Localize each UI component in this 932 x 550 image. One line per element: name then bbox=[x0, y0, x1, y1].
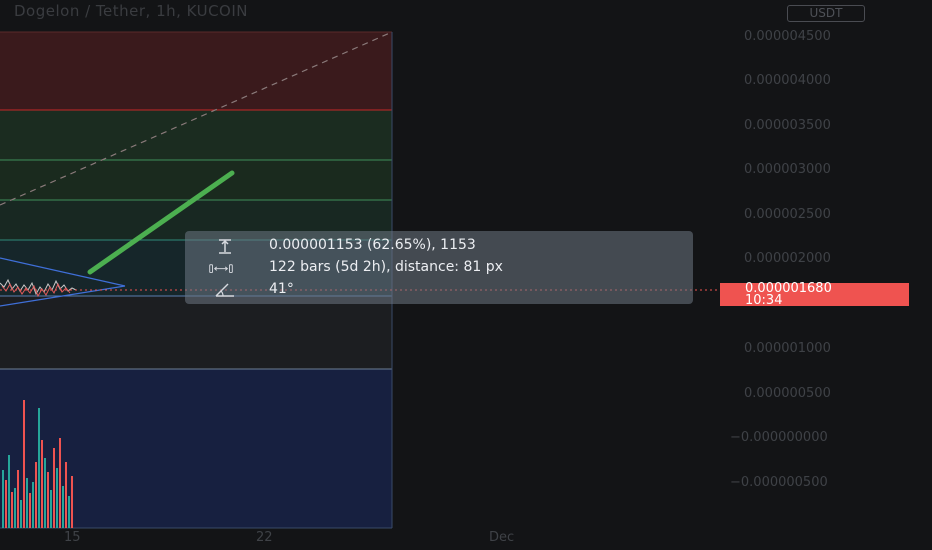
price-axis-label: 0.000003000 bbox=[744, 162, 831, 177]
bar-range-icon bbox=[209, 264, 233, 273]
time-axis-label: Dec bbox=[489, 530, 515, 545]
currency-badge[interactable]: USDT bbox=[787, 5, 865, 22]
price-axis-label: 0.000000500 bbox=[744, 386, 831, 401]
zone-green-2 bbox=[0, 160, 392, 200]
symbol-title[interactable]: Dogelon / Tether, 1h, KUCOIN bbox=[14, 2, 248, 20]
price-range-icon bbox=[219, 239, 231, 254]
price-axis-label: 0.000004000 bbox=[744, 73, 831, 88]
zone-gray bbox=[0, 296, 392, 369]
angle-icon bbox=[215, 283, 234, 297]
zone-green-1 bbox=[0, 110, 392, 160]
zone-blue bbox=[0, 369, 392, 528]
zone-red bbox=[0, 32, 392, 110]
measure-tooltip: 0.000001153 (62.65%), 1153 122 bars (5d … bbox=[185, 231, 693, 304]
angle-text: 41° bbox=[269, 281, 294, 297]
time-axis-label: 15 bbox=[64, 530, 81, 545]
price-axis-label: 0.000002000 bbox=[744, 251, 831, 266]
bar-range-text: 122 bars (5d 2h), distance: 81 px bbox=[269, 259, 503, 275]
last-price-tag: 0.000001680 10:34 bbox=[720, 282, 909, 308]
price-axis-label: 0.000002500 bbox=[744, 207, 831, 222]
price-axis-label: 0.000003500 bbox=[744, 118, 831, 133]
bar-countdown: 10:34 bbox=[745, 293, 783, 308]
price-axis-label: −0.000000500 bbox=[730, 475, 828, 490]
price-axis-label: −0.000000000 bbox=[730, 430, 828, 445]
price-axis-label: 0.000004500 bbox=[744, 29, 831, 44]
price-change-text: 0.000001153 (62.65%), 1153 bbox=[269, 237, 476, 253]
time-axis-label: 22 bbox=[256, 530, 273, 545]
price-axis-label: 0.000001000 bbox=[744, 341, 831, 356]
